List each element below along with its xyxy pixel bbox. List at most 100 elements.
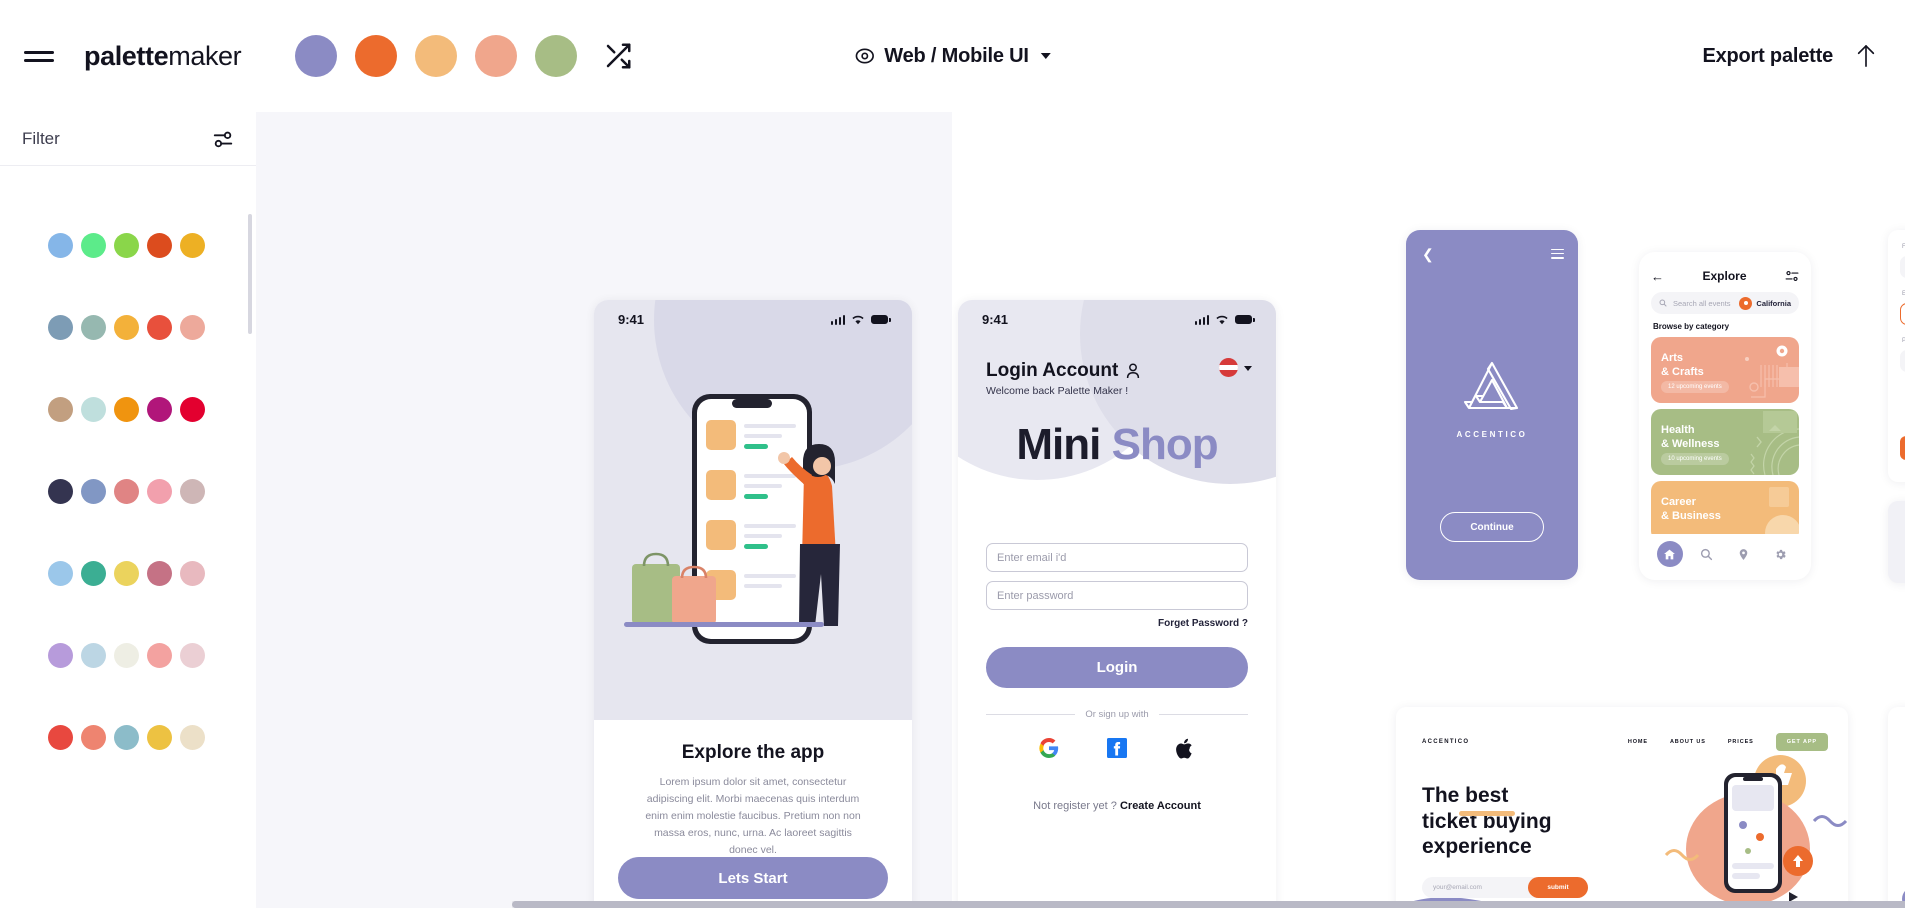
banner-email-input[interactable]: your@email.com bbox=[1422, 877, 1542, 898]
palette-list-item[interactable] bbox=[0, 450, 256, 532]
palette-dot-2[interactable] bbox=[81, 642, 106, 668]
app-logo[interactable]: palettemaker bbox=[84, 41, 242, 72]
forgot-password-link[interactable]: Forget Password ? bbox=[1158, 618, 1248, 629]
palette-dot-1[interactable] bbox=[48, 478, 73, 504]
banner-get-app-button[interactable]: GET APP bbox=[1775, 733, 1828, 751]
palette-list-item[interactable] bbox=[0, 696, 256, 778]
palette-dot-2[interactable] bbox=[81, 232, 106, 258]
palette-dot-1[interactable] bbox=[48, 724, 73, 750]
chevron-left-icon[interactable]: ❮ bbox=[1422, 246, 1434, 263]
home-icon[interactable] bbox=[1656, 541, 1683, 567]
lets-start-button[interactable]: Lets Start bbox=[618, 857, 888, 899]
google-icon[interactable] bbox=[1038, 737, 1060, 759]
palette-list-item[interactable] bbox=[0, 614, 256, 696]
save-changes-button[interactable]: Save Changes bbox=[1900, 436, 1905, 460]
palette-dot-2[interactable] bbox=[81, 724, 106, 750]
palette-dot-4[interactable] bbox=[147, 560, 172, 586]
palette-dot-5[interactable] bbox=[180, 724, 205, 750]
palette-dot-5[interactable] bbox=[180, 232, 205, 258]
logo-tile-light[interactable] bbox=[1888, 501, 1905, 583]
search-input[interactable]: Search all events California bbox=[1651, 292, 1799, 314]
palette-dot-4[interactable] bbox=[147, 314, 172, 340]
palette-dot-1[interactable] bbox=[48, 314, 73, 340]
palette-dot-4[interactable] bbox=[147, 642, 172, 668]
sliders-icon[interactable] bbox=[212, 128, 234, 150]
palette-swatches bbox=[295, 35, 578, 77]
palette-dot-3[interactable] bbox=[114, 232, 139, 258]
palette-dot-4[interactable] bbox=[147, 396, 172, 422]
sidebar-scrollbar[interactable] bbox=[248, 214, 252, 334]
banner-nav-item-2[interactable]: ABOUT US bbox=[1670, 739, 1706, 745]
banner-nav-item-1[interactable]: HOME bbox=[1628, 739, 1648, 745]
hamburger-icon[interactable] bbox=[1551, 246, 1564, 261]
palette-dot-1[interactable] bbox=[48, 560, 73, 586]
login-button[interactable]: Login bbox=[986, 647, 1248, 688]
palette-dot-2[interactable] bbox=[81, 560, 106, 586]
banner-submit-button[interactable]: submit bbox=[1528, 877, 1588, 898]
gear-icon[interactable] bbox=[1768, 541, 1794, 567]
palette-dot-5[interactable] bbox=[180, 642, 205, 668]
palette-dot-1[interactable] bbox=[48, 396, 73, 422]
banner-nav-item-3[interactable]: PRICES bbox=[1728, 739, 1754, 745]
palette-dot-1[interactable] bbox=[48, 642, 73, 668]
palette-dot-5[interactable] bbox=[180, 478, 205, 504]
apple-icon[interactable] bbox=[1174, 737, 1196, 759]
continue-button[interactable]: Continue bbox=[1440, 512, 1544, 542]
palette-swatch-4[interactable] bbox=[475, 35, 518, 77]
palette-swatch-3[interactable] bbox=[415, 35, 458, 77]
palette-swatch-1[interactable] bbox=[295, 35, 338, 77]
password-field[interactable]: Enter password bbox=[986, 581, 1248, 610]
view-selector[interactable]: Web / Mobile UI bbox=[854, 45, 1051, 68]
hamburger-icon[interactable] bbox=[24, 46, 54, 67]
category-card-health[interactable]: Health & Wellness 10 upcoming events bbox=[1651, 409, 1799, 475]
sliders-icon[interactable] bbox=[1785, 269, 1799, 283]
palette-dot-1[interactable] bbox=[48, 232, 73, 258]
preview-canvas: 9:41 Explore the app Lorem ipsum dolor s… bbox=[256, 112, 1905, 908]
password-field[interactable] bbox=[1900, 350, 1905, 372]
category-card-arts[interactable]: Arts & Crafts 12 upcoming events bbox=[1651, 337, 1799, 403]
palette-dot-5[interactable] bbox=[180, 314, 205, 340]
search-icon[interactable] bbox=[1694, 541, 1720, 567]
palette-dot-4[interactable] bbox=[147, 724, 172, 750]
email-field[interactable]: michellabar bbox=[1900, 303, 1905, 325]
palette-dot-2[interactable] bbox=[81, 478, 106, 504]
palette-dot-3[interactable] bbox=[114, 560, 139, 586]
palette-dot-4[interactable] bbox=[147, 478, 172, 504]
palette-dot-4[interactable] bbox=[147, 232, 172, 258]
chevron-down-icon[interactable] bbox=[1244, 366, 1252, 371]
scrollbar-thumb[interactable] bbox=[512, 901, 1905, 908]
upload-arrow-icon[interactable] bbox=[1855, 43, 1877, 69]
country-flag-icon[interactable] bbox=[1219, 358, 1238, 377]
email-field[interactable]: Enter email i'd bbox=[986, 543, 1248, 572]
location-chip[interactable]: California bbox=[1739, 296, 1791, 310]
shuffle-icon[interactable] bbox=[603, 41, 633, 71]
export-palette-button[interactable]: Export palette bbox=[1702, 45, 1833, 68]
create-account-link[interactable]: Create Account bbox=[1120, 800, 1201, 812]
canvas-horizontal-scrollbar[interactable] bbox=[512, 901, 1905, 908]
palette-swatch-2[interactable] bbox=[355, 35, 398, 77]
arrow-left-icon[interactable]: ← bbox=[1651, 269, 1664, 284]
fullname-field[interactable]: Michella Barhin bbox=[1900, 256, 1905, 278]
category-event-count: 10 upcoming events bbox=[1661, 453, 1729, 465]
palette-list-item[interactable] bbox=[0, 204, 256, 286]
category-title: Health & Wellness bbox=[1661, 423, 1720, 451]
palette-dot-3[interactable] bbox=[114, 478, 139, 504]
palette-dot-3[interactable] bbox=[114, 396, 139, 422]
palette-dot-3[interactable] bbox=[114, 642, 139, 668]
palette-dot-2[interactable] bbox=[81, 396, 106, 422]
palette-list-item[interactable] bbox=[0, 532, 256, 614]
palette-list-item[interactable] bbox=[0, 286, 256, 368]
wifi-icon bbox=[1216, 315, 1228, 325]
palette-dot-3[interactable] bbox=[114, 724, 139, 750]
palette-dot-3[interactable] bbox=[114, 314, 139, 340]
palette-swatch-5[interactable] bbox=[535, 35, 578, 77]
palette-dot-5[interactable] bbox=[180, 560, 205, 586]
location-pin-icon[interactable] bbox=[1731, 541, 1757, 567]
facebook-icon[interactable] bbox=[1106, 737, 1128, 759]
palette-list-item[interactable] bbox=[0, 368, 256, 450]
palette-dot-2[interactable] bbox=[81, 314, 106, 340]
palette-dot-5[interactable] bbox=[180, 396, 205, 422]
category-card-career[interactable]: Career & Business bbox=[1651, 481, 1799, 541]
palette-list[interactable] bbox=[0, 166, 256, 908]
brand-part-1: Mini bbox=[1016, 420, 1112, 469]
